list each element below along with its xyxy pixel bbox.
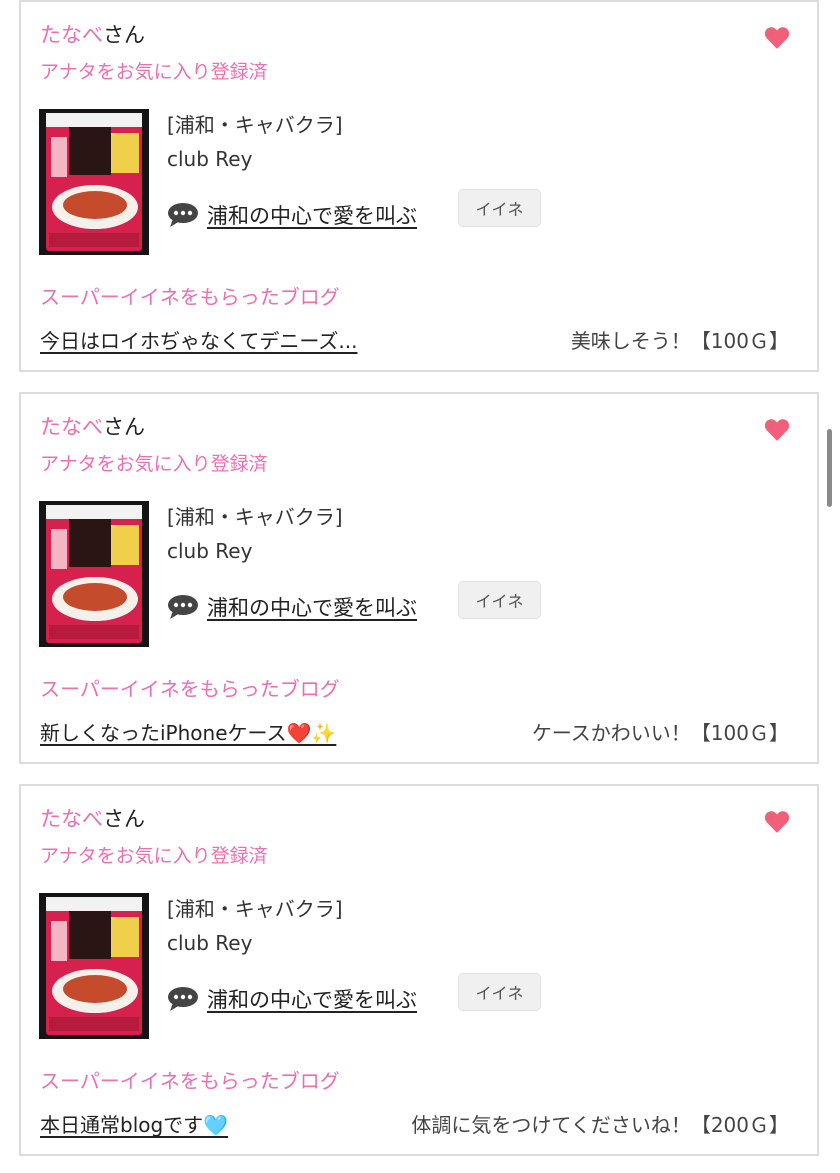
blog-title[interactable]: 浦和の中心で愛を叫ぶ [207,592,417,622]
blog-link[interactable]: 浦和の中心で愛を叫ぶ [167,198,417,232]
user-name-link[interactable]: たなべ [40,807,103,831]
post-comment: 美味しそう！【100Ｇ】 [570,329,789,353]
favorite-status: アナタをお気に入り登録済 [40,453,268,475]
heart-icon[interactable] [764,26,790,50]
post-comment: ケースかわいい！【100Ｇ】 [531,721,789,745]
post-title-link[interactable]: 今日はロイホぢゃなくてデニーズ... [40,326,357,356]
speech-bubble-icon [168,987,198,1011]
notification-card: たなべさん アナタをお気に入り登録済 [浦和・キャバクラ] club Rey 浦… [19,784,819,1156]
post-title-link[interactable]: 新しくなったiPhoneケース❤️✨ [40,718,336,748]
shop-name: club Rey [167,147,253,171]
speech-bubble-icon [168,595,198,619]
user-suffix: さん [103,23,145,47]
blog-title[interactable]: 浦和の中心で愛を叫ぶ [207,200,417,230]
blog-thumbnail[interactable] [39,501,149,647]
user-line: たなべさん [40,20,145,50]
shop-name: club Rey [167,931,253,955]
favorite-status: アナタをお気に入り登録済 [40,61,268,83]
post-comment: 体調に気をつけてくださいね！【200Ｇ】 [411,1113,789,1137]
user-suffix: さん [103,415,145,439]
shop-category: [浦和・キャバクラ] [167,505,343,529]
favorite-status: アナタをお気に入り登録済 [40,845,268,867]
heart-icon[interactable] [764,810,790,834]
speech-bubble-icon [168,203,198,227]
blog-link[interactable]: 浦和の中心で愛を叫ぶ [167,982,417,1016]
heart-icon[interactable] [764,418,790,442]
like-button[interactable]: イイネ [458,973,541,1011]
blog-link[interactable]: 浦和の中心で愛を叫ぶ [167,590,417,624]
super-like-section-label: スーパーイイネをもらったブログ [40,1069,340,1093]
super-like-section-label: スーパーイイネをもらったブログ [40,285,340,309]
blog-thumbnail[interactable] [39,893,149,1039]
shop-name: club Rey [167,539,253,563]
post-title-link[interactable]: 本日通常blogです🩵 [40,1110,228,1140]
user-line: たなべさん [40,412,145,442]
blog-thumbnail[interactable] [39,109,149,255]
notification-card: たなべさん アナタをお気に入り登録済 [浦和・キャバクラ] club Rey 浦… [19,392,819,764]
shop-category: [浦和・キャバクラ] [167,897,343,921]
blog-title[interactable]: 浦和の中心で愛を叫ぶ [207,984,417,1014]
scrollbar[interactable] [827,429,832,507]
user-name-link[interactable]: たなべ [40,23,103,47]
like-button[interactable]: イイネ [458,581,541,619]
shop-category: [浦和・キャバクラ] [167,113,343,137]
user-line: たなべさん [40,804,145,834]
super-like-section-label: スーパーイイネをもらったブログ [40,677,340,701]
user-suffix: さん [103,807,145,831]
notification-card: たなべさん アナタをお気に入り登録済 [浦和・キャバクラ] club Rey 浦… [19,0,819,372]
user-name-link[interactable]: たなべ [40,415,103,439]
like-button[interactable]: イイネ [458,189,541,227]
